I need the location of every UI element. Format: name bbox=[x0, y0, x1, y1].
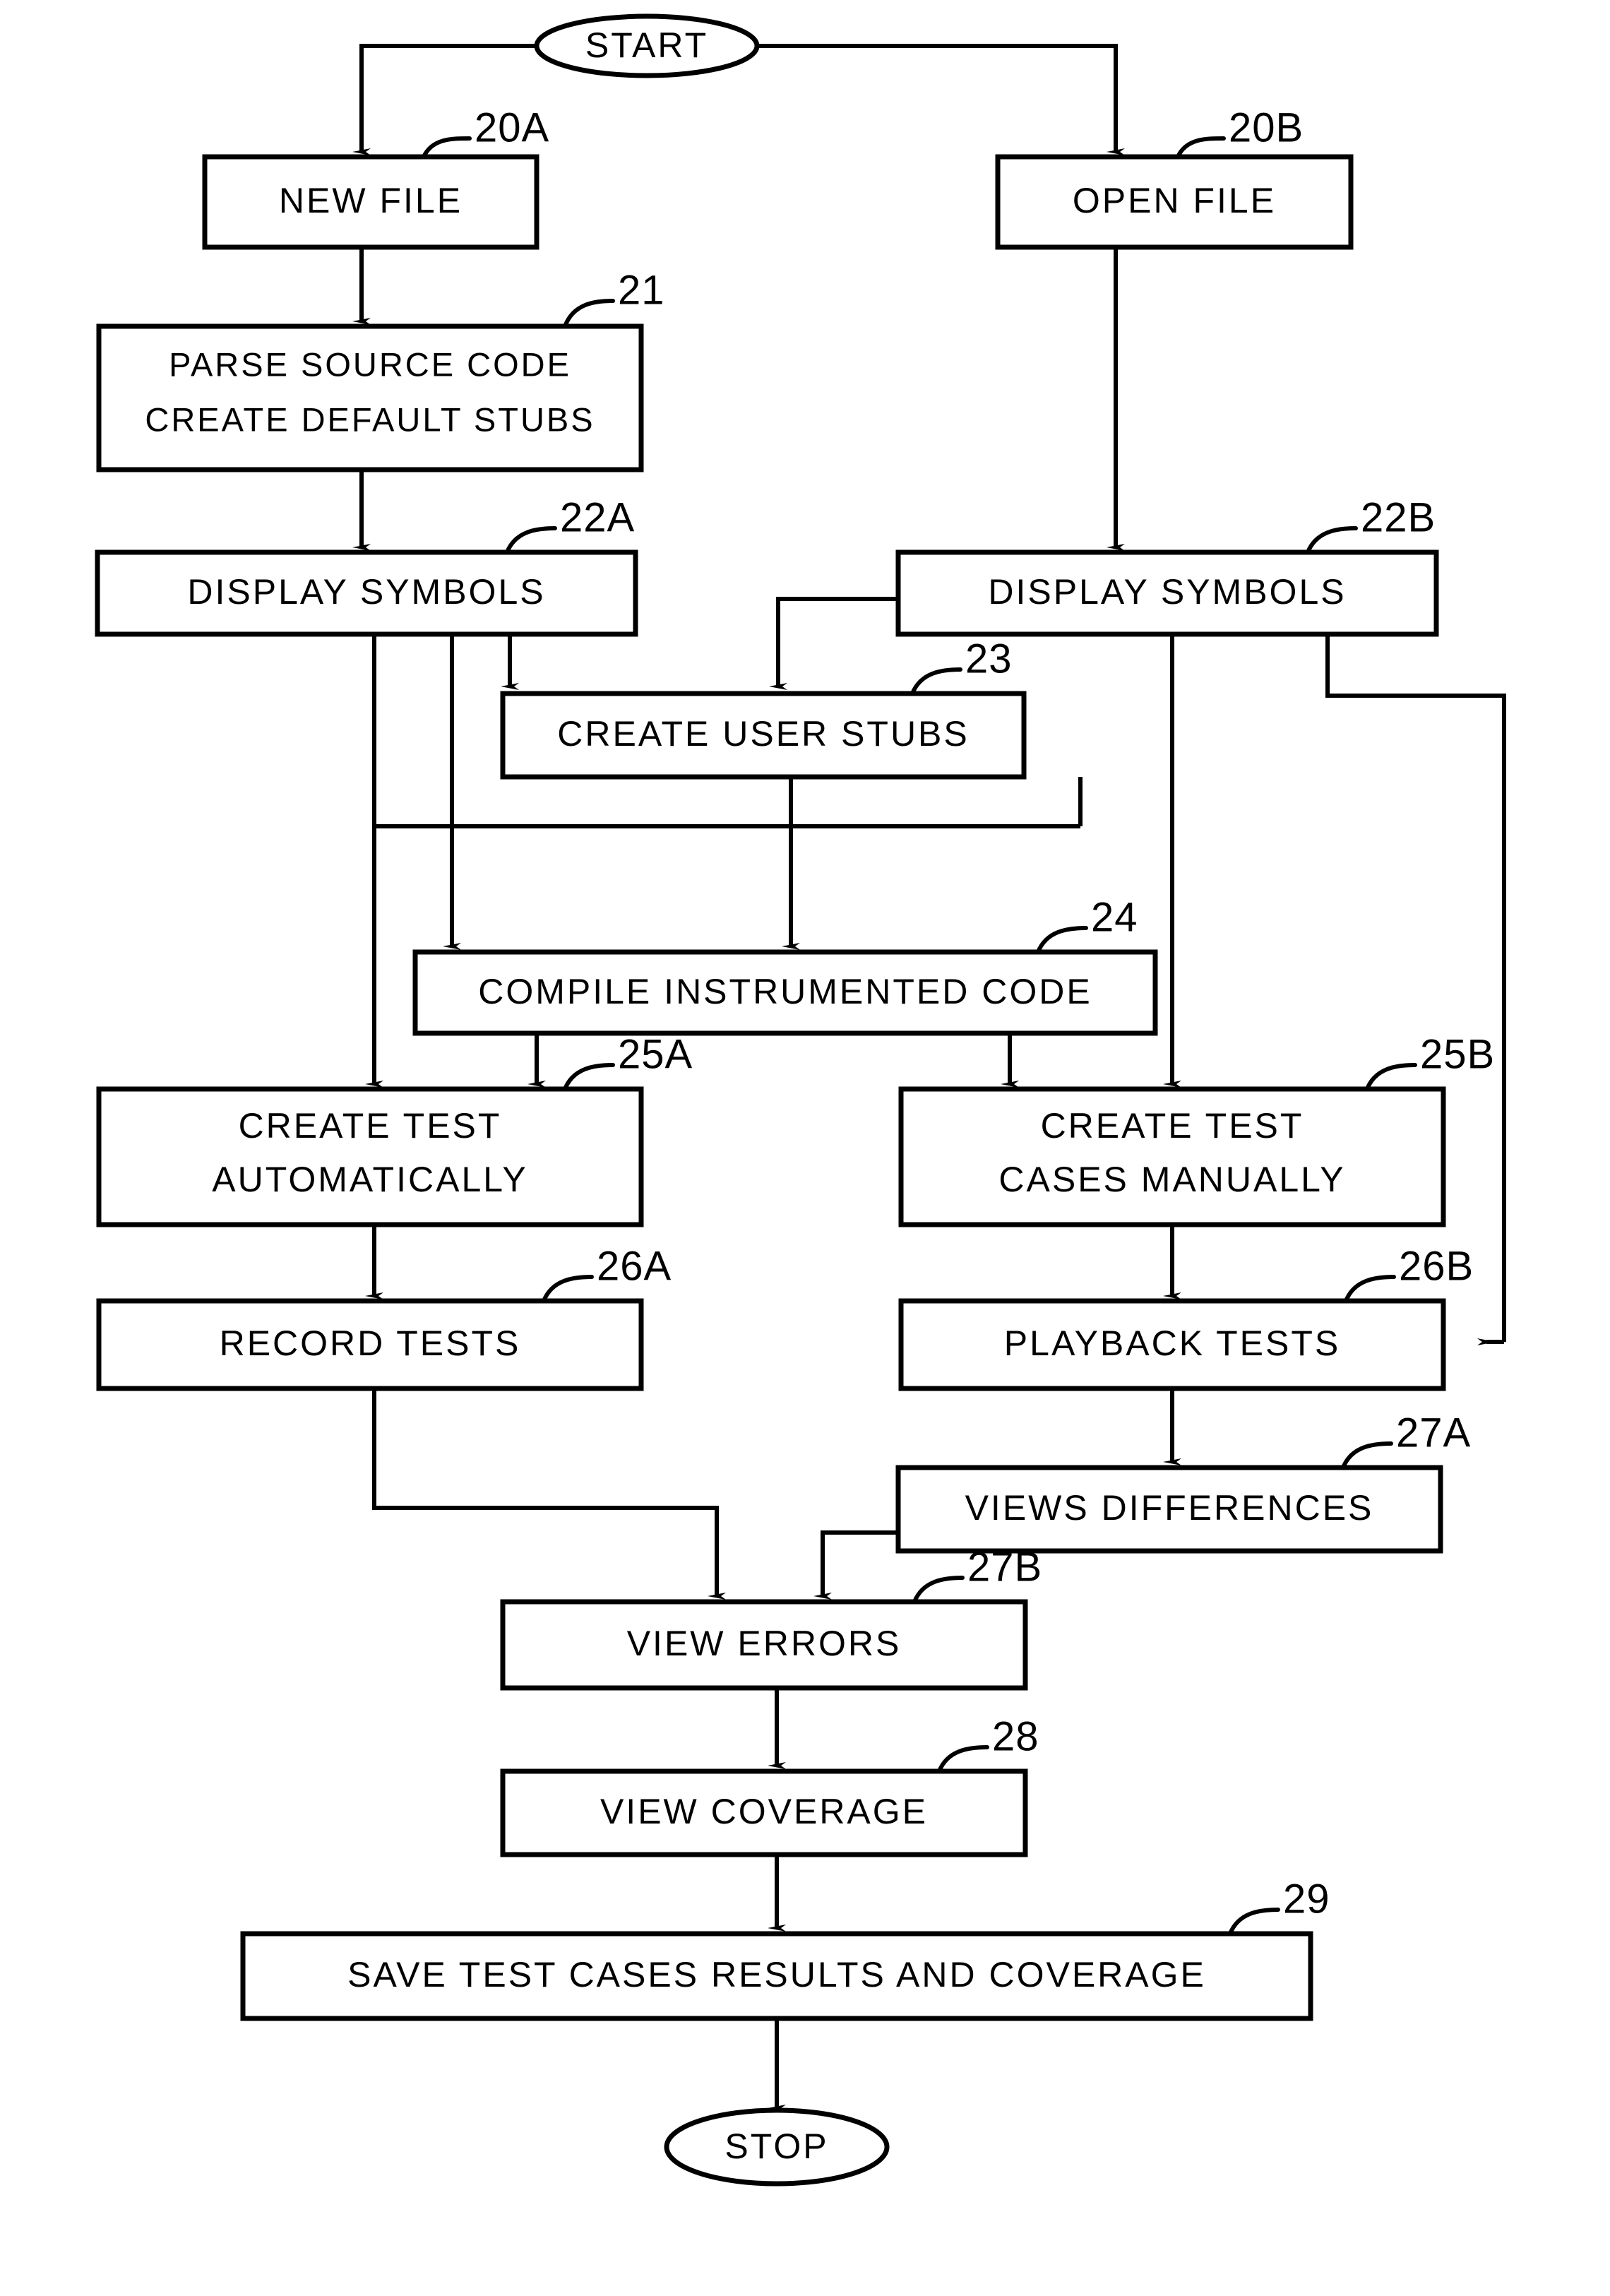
node-create-manual-line2: CASES MANUALLY bbox=[998, 1160, 1345, 1199]
terminator-start-label: START bbox=[585, 25, 708, 65]
node-record-tests: RECORD TESTS 26A bbox=[96, 1243, 672, 1391]
ref-23: 23 bbox=[965, 636, 1013, 682]
ref-24: 24 bbox=[1091, 894, 1138, 940]
node-view-coverage-label: VIEW COVERAGE bbox=[600, 1792, 928, 1831]
node-display-symbols-b: DISPLAY SYMBOLS 22B bbox=[895, 494, 1439, 637]
edge-display-b-bus bbox=[1325, 634, 1506, 1342]
node-create-test-cases-manually: CREATE TEST CASES MANUALLY 25B bbox=[898, 1031, 1495, 1227]
node-parse-source-code: PARSE SOURCE CODE CREATE DEFAULT STUBS 2… bbox=[96, 267, 665, 472]
node-view-coverage: VIEW COVERAGE 28 bbox=[500, 1713, 1039, 1857]
ref-21: 21 bbox=[618, 267, 665, 313]
node-parse-line2: CREATE DEFAULT STUBS bbox=[145, 400, 595, 438]
ref-20A: 20A bbox=[475, 105, 549, 150]
ref-27A: 27A bbox=[1396, 1410, 1471, 1456]
node-views-differences-label: VIEWS DIFFERENCES bbox=[965, 1488, 1374, 1528]
edge-display-b-to-user-stubs bbox=[769, 597, 898, 690]
node-views-differences: VIEWS DIFFERENCES 27A bbox=[895, 1410, 1471, 1554]
ref-26B: 26B bbox=[1399, 1243, 1474, 1289]
node-save-results: SAVE TEST CASES RESULTS AND COVERAGE 29 bbox=[240, 1876, 1330, 2021]
terminator-stop: STOP bbox=[664, 2107, 890, 2187]
node-create-manual-line1: CREATE TEST bbox=[1041, 1106, 1304, 1146]
node-compile-instrumented-code: COMPILE INSTRUMENTED CODE 24 bbox=[412, 894, 1158, 1036]
terminator-stop-label: STOP bbox=[724, 2127, 828, 2166]
node-new-file: NEW FILE 20A bbox=[202, 105, 549, 250]
ref-28: 28 bbox=[992, 1713, 1039, 1759]
node-create-auto-line2: AUTOMATICALLY bbox=[212, 1160, 527, 1199]
terminator-start: START bbox=[534, 13, 760, 78]
node-playback-tests: PLAYBACK TESTS 26B bbox=[898, 1243, 1474, 1391]
node-parse-line1: PARSE SOURCE CODE bbox=[169, 345, 571, 383]
ref-25B: 25B bbox=[1420, 1031, 1495, 1077]
ref-27B: 27B bbox=[967, 1544, 1042, 1590]
ref-20B: 20B bbox=[1229, 105, 1304, 150]
node-save-results-label: SAVE TEST CASES RESULTS AND COVERAGE bbox=[347, 1955, 1206, 1994]
ref-22B: 22B bbox=[1361, 494, 1436, 540]
node-open-file: OPEN FILE 20B bbox=[995, 105, 1354, 250]
node-view-errors: VIEW ERRORS 27B bbox=[500, 1544, 1042, 1691]
node-new-file-label: NEW FILE bbox=[279, 181, 463, 220]
edge-views-diff-to-view-errors bbox=[813, 1530, 898, 1600]
node-view-errors-label: VIEW ERRORS bbox=[627, 1624, 902, 1663]
ref-22A: 22A bbox=[560, 494, 635, 540]
node-create-user-stubs: CREATE USER STUBS 23 bbox=[500, 636, 1027, 780]
node-create-test-automatically: CREATE TEST AUTOMATICALLY 25A bbox=[96, 1031, 693, 1227]
edge-start-to-openfile bbox=[757, 44, 1125, 155]
node-create-user-stubs-label: CREATE USER STUBS bbox=[557, 714, 970, 754]
node-record-tests-label: RECORD TESTS bbox=[220, 1324, 521, 1363]
flowchart-canvas: START STOP NEW FILE 20A OPEN FILE 20B PA… bbox=[0, 0, 1610, 2296]
ref-29: 29 bbox=[1283, 1876, 1330, 1922]
node-create-auto-line1: CREATE TEST bbox=[239, 1106, 502, 1146]
node-open-file-label: OPEN FILE bbox=[1073, 181, 1276, 220]
node-playback-tests-label: PLAYBACK TESTS bbox=[1004, 1324, 1340, 1363]
edge-record-to-view-errors bbox=[372, 1388, 726, 1600]
node-compile-label: COMPILE INSTRUMENTED CODE bbox=[478, 972, 1092, 1011]
node-display-symbols-b-label: DISPLAY SYMBOLS bbox=[988, 572, 1346, 612]
ref-25A: 25A bbox=[618, 1031, 693, 1077]
node-display-symbols-a-label: DISPLAY SYMBOLS bbox=[187, 572, 545, 612]
node-display-symbols-a: DISPLAY SYMBOLS 22A bbox=[95, 494, 638, 637]
ref-26A: 26A bbox=[597, 1243, 672, 1289]
